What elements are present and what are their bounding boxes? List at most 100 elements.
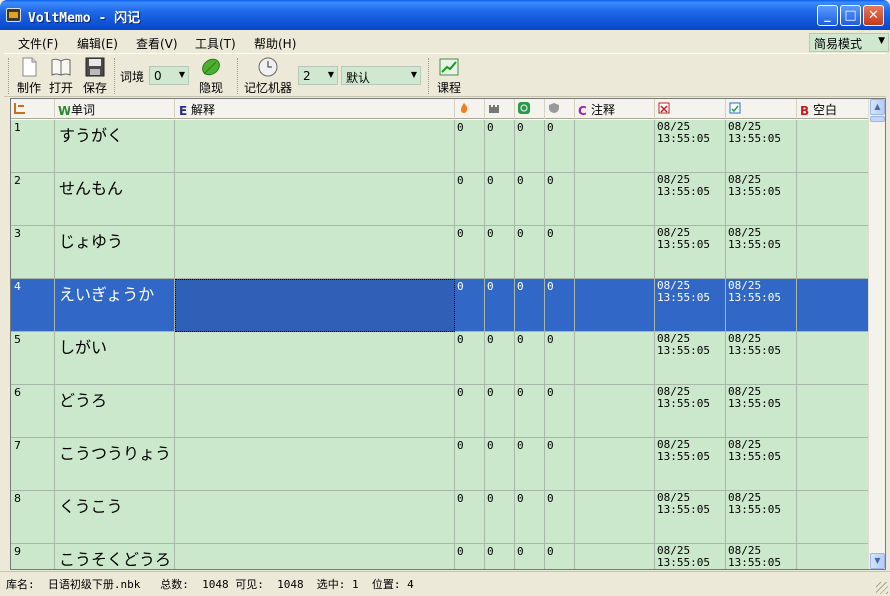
row-blank[interactable]	[797, 120, 869, 173]
header-index[interactable]	[11, 99, 55, 119]
table-row[interactable]: 6 どうろ 0 0 0 0 08/25 13:55:05 08/25 13:55:05	[11, 385, 869, 438]
row-reviewed-date[interactable]: 08/25 13:55:05	[726, 120, 797, 173]
row-count-c[interactable]: 0	[515, 544, 545, 569]
row-count-a[interactable]: 0	[455, 226, 485, 279]
row-reviewed-date[interactable]: 08/25 13:55:05	[726, 544, 797, 569]
memory-mode-select[interactable]: 默认 ▼	[341, 66, 421, 85]
row-definition[interactable]	[175, 120, 455, 173]
memory-machine-button[interactable]: 记忆机器	[242, 56, 294, 96]
row-count-b[interactable]: 0	[485, 544, 515, 569]
row-note[interactable]	[575, 173, 655, 226]
row-index[interactable]: 6	[11, 385, 55, 438]
row-note[interactable]	[575, 120, 655, 173]
row-definition[interactable]	[175, 173, 455, 226]
row-count-d[interactable]: 0	[545, 491, 575, 544]
row-count-c[interactable]: 0	[515, 438, 545, 491]
row-note[interactable]	[575, 491, 655, 544]
row-created-date[interactable]: 08/25 13:55:05	[655, 544, 726, 569]
row-count-d[interactable]: 0	[545, 173, 575, 226]
row-count-d[interactable]: 0	[545, 385, 575, 438]
course-button[interactable]: 课程	[434, 56, 464, 96]
context-select[interactable]: 0 ▼	[149, 66, 189, 85]
row-count-b[interactable]: 0	[485, 120, 515, 173]
row-definition[interactable]	[175, 544, 455, 569]
row-note[interactable]	[575, 226, 655, 279]
row-blank[interactable]	[797, 173, 869, 226]
row-word[interactable]: すうがく	[55, 120, 175, 173]
minimize-button[interactable]: _	[817, 5, 838, 26]
row-count-b[interactable]: 0	[485, 279, 515, 332]
row-created-date[interactable]: 08/25 13:55:05	[655, 332, 726, 385]
row-created-date[interactable]: 08/25 13:55:05	[655, 226, 726, 279]
table-row[interactable]: 4 えいぎょうか 0 0 0 0 08/25 13:55:05 08/25 13:55:05	[11, 279, 869, 332]
row-count-d[interactable]: 0	[545, 120, 575, 173]
row-index[interactable]: 9	[11, 544, 55, 569]
row-count-a[interactable]: 0	[455, 173, 485, 226]
header-fire[interactable]	[455, 99, 485, 119]
row-blank[interactable]	[797, 491, 869, 544]
row-count-a[interactable]: 0	[455, 544, 485, 569]
row-count-b[interactable]: 0	[485, 438, 515, 491]
table-row[interactable]: 7 こうつうりょう 0 0 0 0 08/25 13:55:05 08/25 13:55:05	[11, 438, 869, 491]
menu-edit[interactable]: 编辑(E)	[77, 35, 118, 52]
row-word[interactable]: せんもん	[55, 173, 175, 226]
row-created-date[interactable]: 08/25 13:55:05	[655, 438, 726, 491]
header-definition[interactable]: E 解释	[175, 99, 455, 119]
row-count-a[interactable]: 0	[455, 491, 485, 544]
row-blank[interactable]	[797, 279, 869, 332]
row-index[interactable]: 8	[11, 491, 55, 544]
header-cycle[interactable]	[515, 99, 545, 119]
header-castle[interactable]	[485, 99, 515, 119]
row-count-c[interactable]: 0	[515, 226, 545, 279]
row-word[interactable]: こうそくどうろ	[55, 544, 175, 569]
row-count-d[interactable]: 0	[545, 438, 575, 491]
scroll-thumb[interactable]	[870, 116, 885, 122]
open-button[interactable]: 打开	[46, 56, 76, 96]
row-note[interactable]	[575, 544, 655, 569]
mode-select[interactable]: 简易模式 ▼	[809, 33, 889, 52]
header-blank[interactable]: B 空白	[797, 99, 869, 119]
row-note[interactable]	[575, 279, 655, 332]
row-count-b[interactable]: 0	[485, 491, 515, 544]
row-blank[interactable]	[797, 544, 869, 569]
row-count-a[interactable]: 0	[455, 279, 485, 332]
row-index[interactable]: 2	[11, 173, 55, 226]
close-button[interactable]: ✕	[863, 5, 884, 26]
row-note[interactable]	[575, 332, 655, 385]
memory-level-select[interactable]: 2 ▼	[298, 66, 338, 85]
vertical-scrollbar[interactable]: ▲ ▼	[868, 99, 885, 569]
title-bar[interactable]: VoltMemo - 闪记 _ □ ✕	[0, 0, 890, 30]
row-word[interactable]: どうろ	[55, 385, 175, 438]
scroll-up-button[interactable]: ▲	[870, 99, 885, 115]
menu-tools[interactable]: 工具(T)	[195, 35, 236, 52]
row-reviewed-date[interactable]: 08/25 13:55:05	[726, 279, 797, 332]
row-count-c[interactable]: 0	[515, 279, 545, 332]
row-blank[interactable]	[797, 226, 869, 279]
row-reviewed-date[interactable]: 08/25 13:55:05	[726, 332, 797, 385]
row-created-date[interactable]: 08/25 13:55:05	[655, 385, 726, 438]
row-index[interactable]: 1	[11, 120, 55, 173]
row-created-date[interactable]: 08/25 13:55:05	[655, 491, 726, 544]
row-count-d[interactable]: 0	[545, 226, 575, 279]
row-reviewed-date[interactable]: 08/25 13:55:05	[726, 385, 797, 438]
row-blank[interactable]	[797, 332, 869, 385]
row-count-c[interactable]: 0	[515, 173, 545, 226]
row-reviewed-date[interactable]: 08/25 13:55:05	[726, 491, 797, 544]
row-word[interactable]: くうこう	[55, 491, 175, 544]
save-button[interactable]: 保存	[80, 56, 110, 96]
row-count-d[interactable]: 0	[545, 544, 575, 569]
row-index[interactable]: 3	[11, 226, 55, 279]
row-definition[interactable]	[175, 438, 455, 491]
row-count-c[interactable]: 0	[515, 385, 545, 438]
row-count-c[interactable]: 0	[515, 332, 545, 385]
row-blank[interactable]	[797, 438, 869, 491]
row-index[interactable]: 7	[11, 438, 55, 491]
row-blank[interactable]	[797, 385, 869, 438]
row-definition[interactable]	[175, 491, 455, 544]
header-word[interactable]: W 单词	[55, 99, 175, 119]
table-row[interactable]: 9 こうそくどうろ 0 0 0 0 08/25 13:55:05 08/25 13:55:05	[11, 544, 869, 569]
row-definition[interactable]	[175, 332, 455, 385]
toolbar-grip[interactable]	[8, 58, 11, 94]
row-count-d[interactable]: 0	[545, 279, 575, 332]
make-button[interactable]: 制作	[14, 56, 44, 96]
